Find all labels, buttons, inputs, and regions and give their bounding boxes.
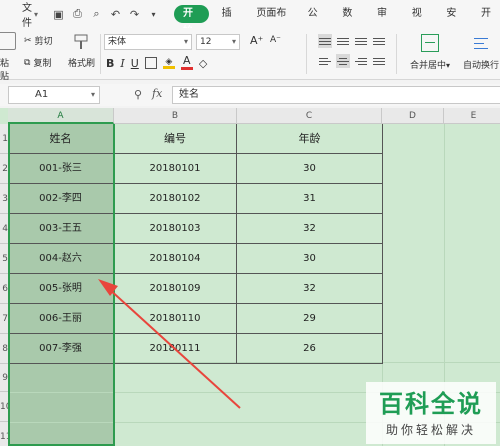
formula-bar: A1 ▾ ⚲ fx 姓名	[0, 84, 500, 106]
chevron-down-icon: ▾	[231, 37, 236, 46]
chevron-down-icon: ▾	[34, 9, 39, 19]
alignment-group	[318, 34, 388, 74]
grow-font-button[interactable]: A⁺	[250, 34, 263, 47]
clear-format-icon[interactable]: ◇	[199, 57, 207, 70]
font-name-value: 宋体	[108, 37, 127, 47]
font-format-row: B I U ◈ A ◇	[106, 55, 207, 70]
align-middle-icon[interactable]	[336, 34, 350, 48]
bold-icon[interactable]: B	[106, 57, 114, 70]
print-preview-icon[interactable]: ⌕	[90, 7, 103, 21]
format-painter-icon[interactable]	[74, 34, 88, 50]
tab-home[interactable]: 开始	[174, 5, 209, 37]
ribbon-divider	[100, 34, 101, 74]
paste-label: 粘贴	[0, 59, 10, 82]
name-box[interactable]: A1 ▾	[8, 86, 100, 104]
distribute-icon[interactable]	[372, 54, 386, 68]
formula-input[interactable]: 姓名	[172, 86, 500, 104]
underline-icon[interactable]: U	[131, 57, 139, 70]
save-icon[interactable]: ▣	[52, 8, 65, 21]
merge-center-button[interactable]: 合并居中▾	[406, 32, 454, 71]
merge-label: 合并居中	[409, 61, 446, 71]
border-icon[interactable]	[144, 57, 157, 69]
align-center-icon[interactable]	[336, 54, 350, 68]
watermark-logo: 百科全说 助你轻松解决	[366, 382, 496, 444]
align-justify-icon[interactable]	[372, 34, 386, 48]
merge-icon	[421, 34, 439, 52]
tab-data[interactable]: 数据	[333, 0, 368, 47]
undo-icon[interactable]: ↶	[109, 8, 122, 21]
wrap-label: 自动换行	[462, 61, 499, 71]
fill-color-icon[interactable]: ◈	[162, 57, 175, 69]
align-left-icon[interactable]	[318, 54, 332, 68]
watermark-title: 百科全说	[379, 390, 483, 418]
tab-formulas[interactable]: 公式	[299, 0, 334, 47]
tab-view[interactable]: 视图	[403, 0, 438, 47]
font-name-select[interactable]: 宋体 ▾	[104, 34, 192, 50]
watermark-subtitle: 助你轻松解决	[385, 423, 476, 437]
file-menu[interactable]: 文件 ▾	[0, 0, 38, 29]
copy-label: 复制	[33, 59, 52, 69]
tab-page-layout[interactable]: 页面布局	[247, 0, 298, 47]
scissors-icon: ✂	[24, 35, 32, 46]
font-size-value: 12	[200, 37, 212, 47]
ribbon-toolbar: 粘贴 ✂ 剪切 ⧉ 复制 格式刷 宋体 ▾ 12 ▾ A⁺ A⁻ B I U ◈…	[0, 28, 500, 82]
tab-review[interactable]: 审阅	[368, 0, 403, 47]
align-bottom-icon[interactable]	[354, 34, 368, 48]
font-color-icon[interactable]: A	[180, 55, 193, 70]
wrap-text-button[interactable]: 自动换行	[458, 32, 500, 71]
tab-security[interactable]: 安全	[437, 0, 472, 47]
cut-label: 剪切	[34, 37, 53, 47]
ribbon-divider	[396, 34, 397, 74]
align-top-icon[interactable]	[318, 34, 332, 48]
tab-developer[interactable]: 开	[472, 0, 500, 28]
format-painter-label[interactable]: 格式刷	[68, 56, 95, 69]
shrink-font-button[interactable]: A⁻	[270, 35, 281, 45]
copy-button[interactable]: ⧉ 复制	[24, 56, 52, 70]
chevron-down-icon: ▾	[446, 61, 451, 70]
quick-access-toolbar: ▣ ⎙ ⌕ ↶ ↷ ▾	[52, 7, 160, 21]
ribbon-tabs: 开始 插入 页面布局 公式 数据 审阅 视图 安全 开	[170, 0, 500, 47]
wrap-text-icon	[472, 34, 490, 52]
paste-button[interactable]: 粘贴	[0, 32, 16, 82]
file-menu-label: 文件	[22, 3, 32, 29]
print-icon[interactable]: ⎙	[71, 7, 84, 21]
cut-button[interactable]: ✂ 剪切	[24, 34, 53, 48]
chevron-down-icon: ▾	[183, 37, 188, 46]
align-right-icon[interactable]	[354, 54, 368, 68]
function-icon[interactable]: fx	[152, 87, 162, 100]
ribbon-divider	[306, 34, 307, 74]
zoom-icon[interactable]: ⚲	[134, 88, 142, 101]
tab-insert[interactable]: 插入	[213, 0, 248, 47]
cell-reference: A1	[35, 89, 49, 100]
chevron-down-icon[interactable]: ▾	[147, 8, 160, 21]
font-size-select[interactable]: 12 ▾	[196, 34, 240, 50]
redo-icon[interactable]: ↷	[128, 8, 141, 21]
menu-bar: 文件 ▾ ▣ ⎙ ⌕ ↶ ↷ ▾ 开始 插入 页面布局 公式 数据 审阅 视图 …	[0, 0, 500, 47]
paste-icon	[0, 32, 16, 50]
copy-icon: ⧉	[24, 57, 31, 68]
italic-icon[interactable]: I	[120, 57, 124, 70]
chevron-down-icon: ▾	[90, 90, 95, 99]
